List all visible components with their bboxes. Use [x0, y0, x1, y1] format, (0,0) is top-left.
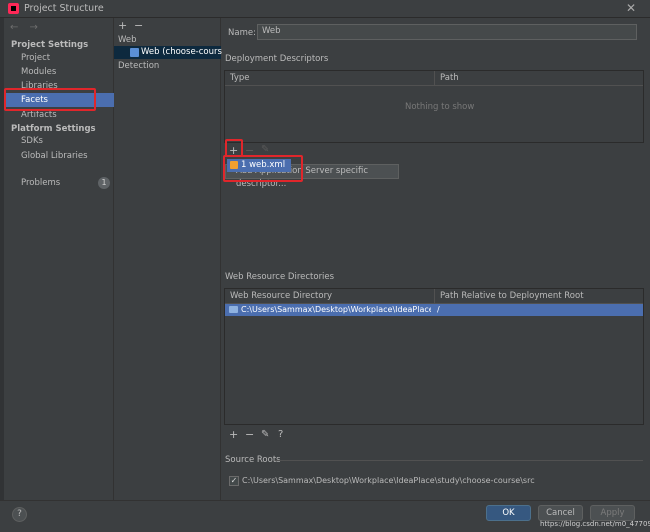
problems-count-badge: 1 [98, 177, 110, 189]
apply-button[interactable]: Apply [590, 505, 635, 521]
nav-item-problems[interactable]: Problems [21, 176, 60, 190]
facet-tree-panel [114, 18, 221, 500]
close-icon[interactable]: ✕ [624, 1, 638, 15]
column-type[interactable]: Type [230, 71, 250, 86]
section-platform-settings: Platform Settings [11, 124, 96, 134]
edit-resource-icon[interactable]: ✎ [261, 429, 269, 440]
back-forward-arrows[interactable]: ← → [10, 22, 42, 33]
add-resource-button[interactable]: + [229, 429, 238, 440]
cancel-button[interactable]: Cancel [538, 505, 583, 521]
help-button[interactable]: ? [12, 507, 27, 522]
relative-path-cell: / [437, 305, 440, 314]
nav-item-global-libraries[interactable]: Global Libraries [21, 149, 88, 163]
section-project-settings: Project Settings [11, 40, 89, 50]
facets-highlight-box [4, 88, 96, 111]
source-roots-title: Source Roots [225, 455, 281, 465]
remove-facet-button[interactable]: − [134, 20, 143, 31]
column-divider [434, 289, 435, 304]
edit-descriptor-icon[interactable]: ✎ [261, 144, 269, 155]
help-resource-icon[interactable]: ? [278, 429, 283, 440]
empty-state-text: Nothing to show [405, 102, 475, 112]
column-relative-path[interactable]: Path Relative to Deployment Root [440, 289, 584, 304]
folder-icon [229, 306, 238, 313]
deployment-descriptors-title: Deployment Descriptors [225, 54, 329, 64]
column-web-resource-directory[interactable]: Web Resource Directory [230, 289, 332, 304]
web-xml-highlight-box [223, 155, 303, 182]
nav-item-project[interactable]: Project [21, 51, 50, 65]
source-root-checkbox[interactable]: ✓ [229, 476, 239, 486]
detection-item[interactable]: Detection [118, 59, 159, 73]
intellij-app-icon [8, 3, 19, 14]
column-path[interactable]: Path [440, 71, 459, 86]
web-resource-directories-title: Web Resource Directories [225, 272, 335, 282]
add-facet-button[interactable]: + [118, 20, 127, 31]
source-roots-separator [275, 460, 643, 461]
facet-group-web[interactable]: Web [118, 33, 137, 47]
window-title: Project Structure [24, 3, 104, 14]
nav-item-modules[interactable]: Modules [21, 65, 56, 79]
nav-item-sdks[interactable]: SDKs [21, 134, 43, 148]
web-facet-icon [130, 48, 139, 57]
column-divider [434, 71, 435, 86]
name-field[interactable]: Web [257, 24, 637, 40]
watermark: https://blog.csdn.net/m0_47709146 [540, 520, 650, 528]
remove-resource-button[interactable]: − [245, 429, 254, 440]
facet-web-choose-course[interactable]: Web (choose-course) [141, 45, 230, 59]
source-root-path: C:\Users\Sammax\Desktop\Workplace\IdeaPl… [242, 476, 535, 485]
resource-directory-cell: C:\Users\Sammax\Desktop\Workplace\IdeaPl… [241, 305, 431, 314]
name-label: Name: [228, 28, 256, 38]
ok-button[interactable]: OK [486, 505, 531, 521]
